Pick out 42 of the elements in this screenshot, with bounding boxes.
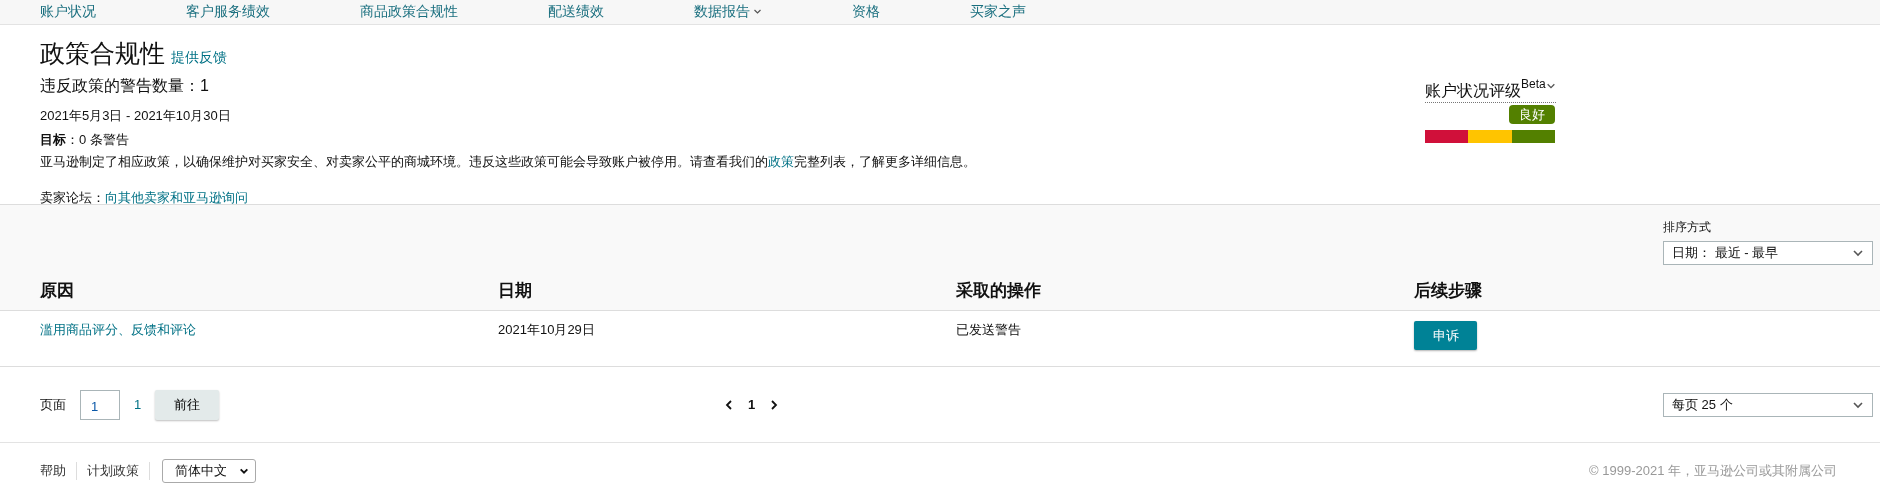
policy-description: 亚马逊制定了相应政策，以确保维护对买家安全、对卖家公平的商城环境。违反这些政策可能会导致账户被停用。请查看我们的政策完整列表，了解更多详细信息。 bbox=[40, 153, 976, 171]
table-cell-text: 已发送警告 bbox=[956, 321, 1022, 339]
next-icon[interactable] bbox=[769, 398, 780, 411]
nav-tab[interactable]: 商品政策合规性 bbox=[360, 2, 458, 24]
nav-tab[interactable]: 账户状况 bbox=[40, 2, 96, 24]
target-text: 目标：0 条警告 bbox=[40, 131, 130, 149]
appeal-button[interactable]: 申诉 bbox=[1414, 321, 1477, 350]
nav-tab[interactable]: 配送绩效 bbox=[548, 2, 604, 24]
go-button[interactable]: 前往 bbox=[155, 389, 220, 420]
footer-link[interactable]: 帮助 bbox=[40, 462, 77, 480]
nav-tab[interactable]: 数据报告 bbox=[694, 2, 762, 24]
previous-icon[interactable] bbox=[723, 398, 734, 411]
page-title: 政策合规性 bbox=[40, 38, 165, 69]
current-page[interactable]: 1 bbox=[747, 397, 756, 412]
warning-count: 违反政策的警告数量：1 bbox=[40, 76, 210, 96]
copyright-text: © 1999-2021 年，亚马逊公司或其附属公司 bbox=[1589, 462, 1837, 480]
column-header: 日期 bbox=[498, 280, 533, 302]
forum-link[interactable]: 向其他卖家和亚马逊询问 bbox=[105, 189, 248, 207]
chevron-down-icon bbox=[1852, 247, 1864, 259]
nav-tab[interactable]: 买家之声 bbox=[970, 2, 1026, 24]
column-header: 采取的操作 bbox=[956, 280, 1042, 302]
status-badge: 良好 bbox=[1509, 105, 1555, 124]
table-cell-text: 2021年10月29日 bbox=[498, 321, 596, 339]
page-label: 页面 bbox=[40, 395, 66, 414]
page-input[interactable]: 1 bbox=[80, 389, 120, 420]
chevron-down-icon bbox=[1545, 81, 1556, 91]
column-header: 原因 bbox=[40, 280, 75, 302]
feedback-link[interactable]: 提供反馈 bbox=[171, 49, 227, 67]
sort-dropdown[interactable]: 日期： 最近 - 最早 bbox=[1663, 241, 1873, 265]
column-header: 后续步骤 bbox=[1414, 280, 1483, 302]
nav-tab[interactable]: 资格 bbox=[852, 2, 880, 24]
per-page-dropdown[interactable]: 每页 25 个 bbox=[1663, 392, 1873, 417]
policy-link[interactable]: 政策 bbox=[768, 154, 794, 169]
language-dropdown[interactable]: 简体中文 bbox=[162, 459, 256, 483]
date-range: 2021年5月3日 - 2021年10月30日 bbox=[40, 107, 232, 125]
chevron-down-icon bbox=[239, 466, 249, 476]
sort-label: 排序方式 bbox=[1663, 219, 1712, 236]
nav-tab[interactable]: 客户服务绩效 bbox=[186, 2, 270, 24]
forum-label: 卖家论坛： bbox=[40, 189, 105, 207]
reason-link[interactable]: 滥用商品评分、反馈和评论 bbox=[40, 322, 196, 337]
total-pages: 1 bbox=[134, 397, 142, 412]
footer-link[interactable]: 计划政策 bbox=[77, 462, 150, 480]
